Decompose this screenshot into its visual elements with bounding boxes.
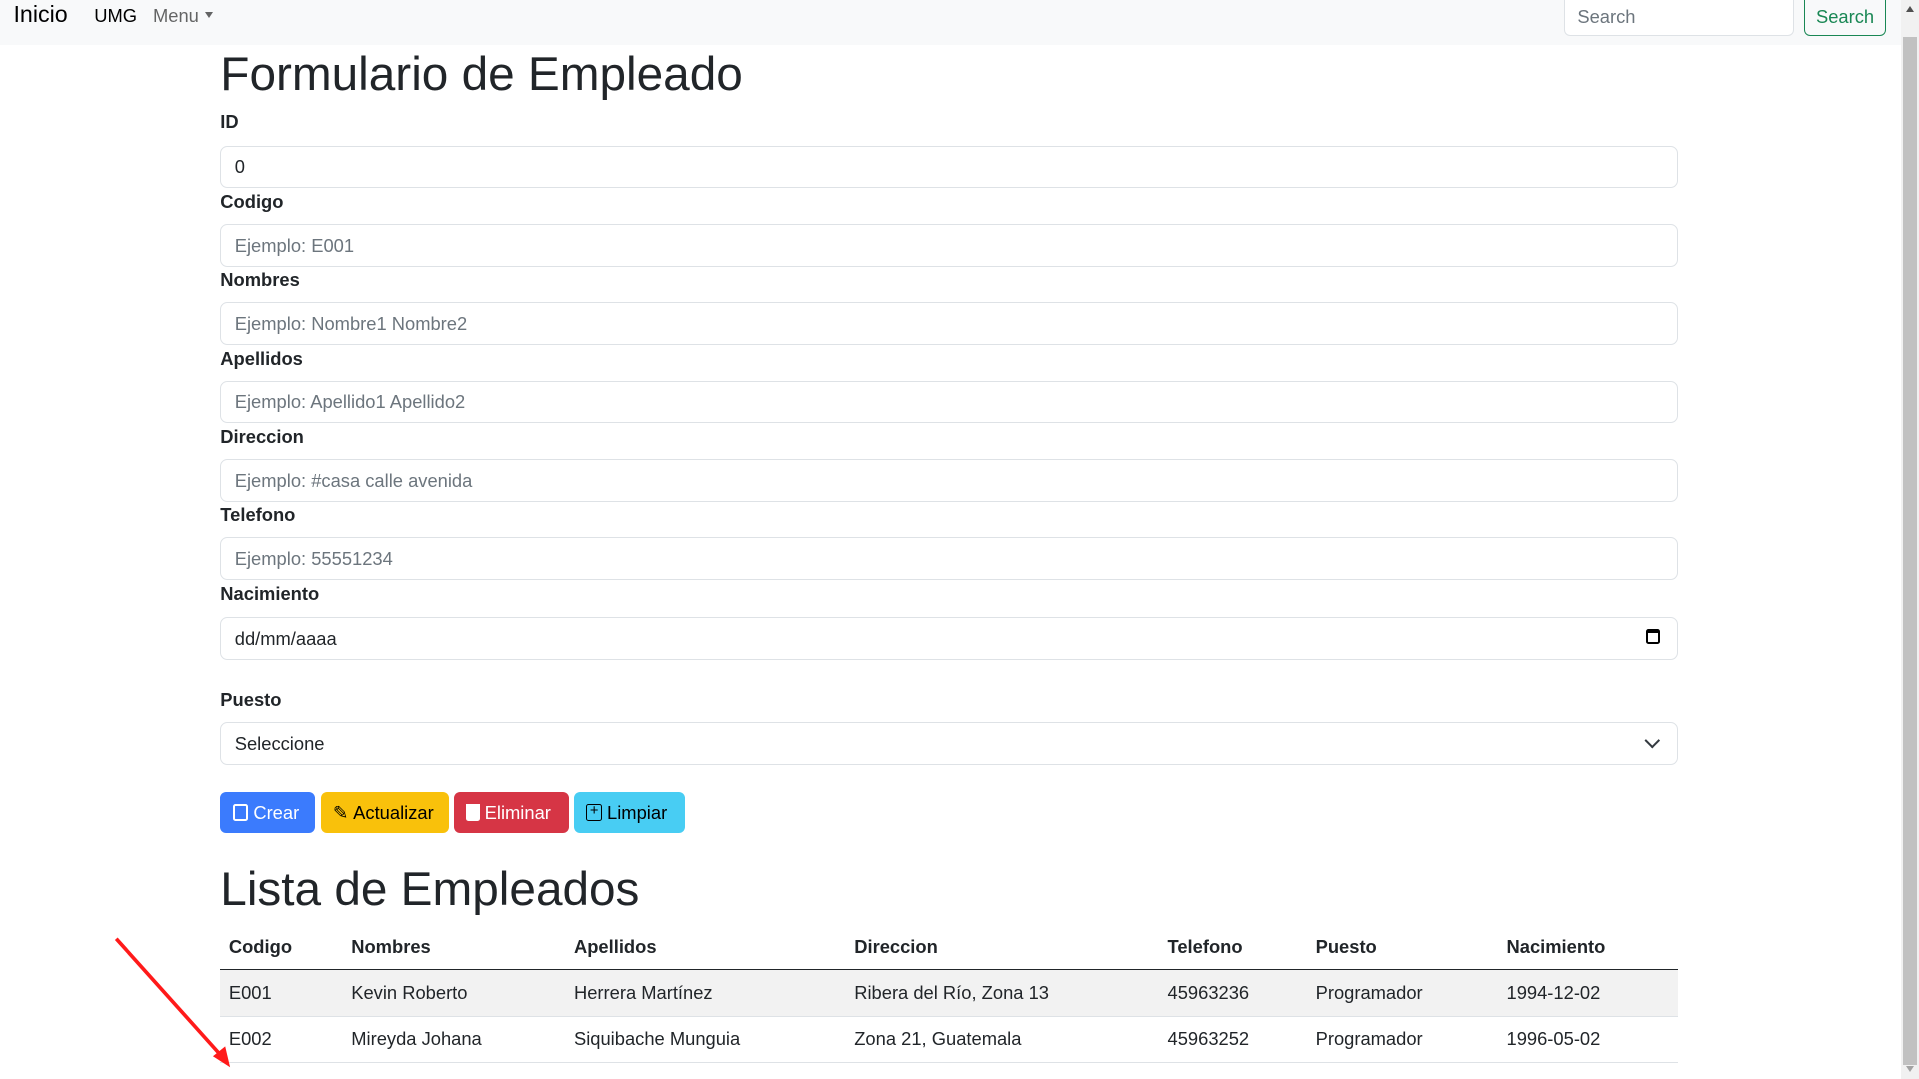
red-arrow-annotation bbox=[114, 937, 231, 1068]
